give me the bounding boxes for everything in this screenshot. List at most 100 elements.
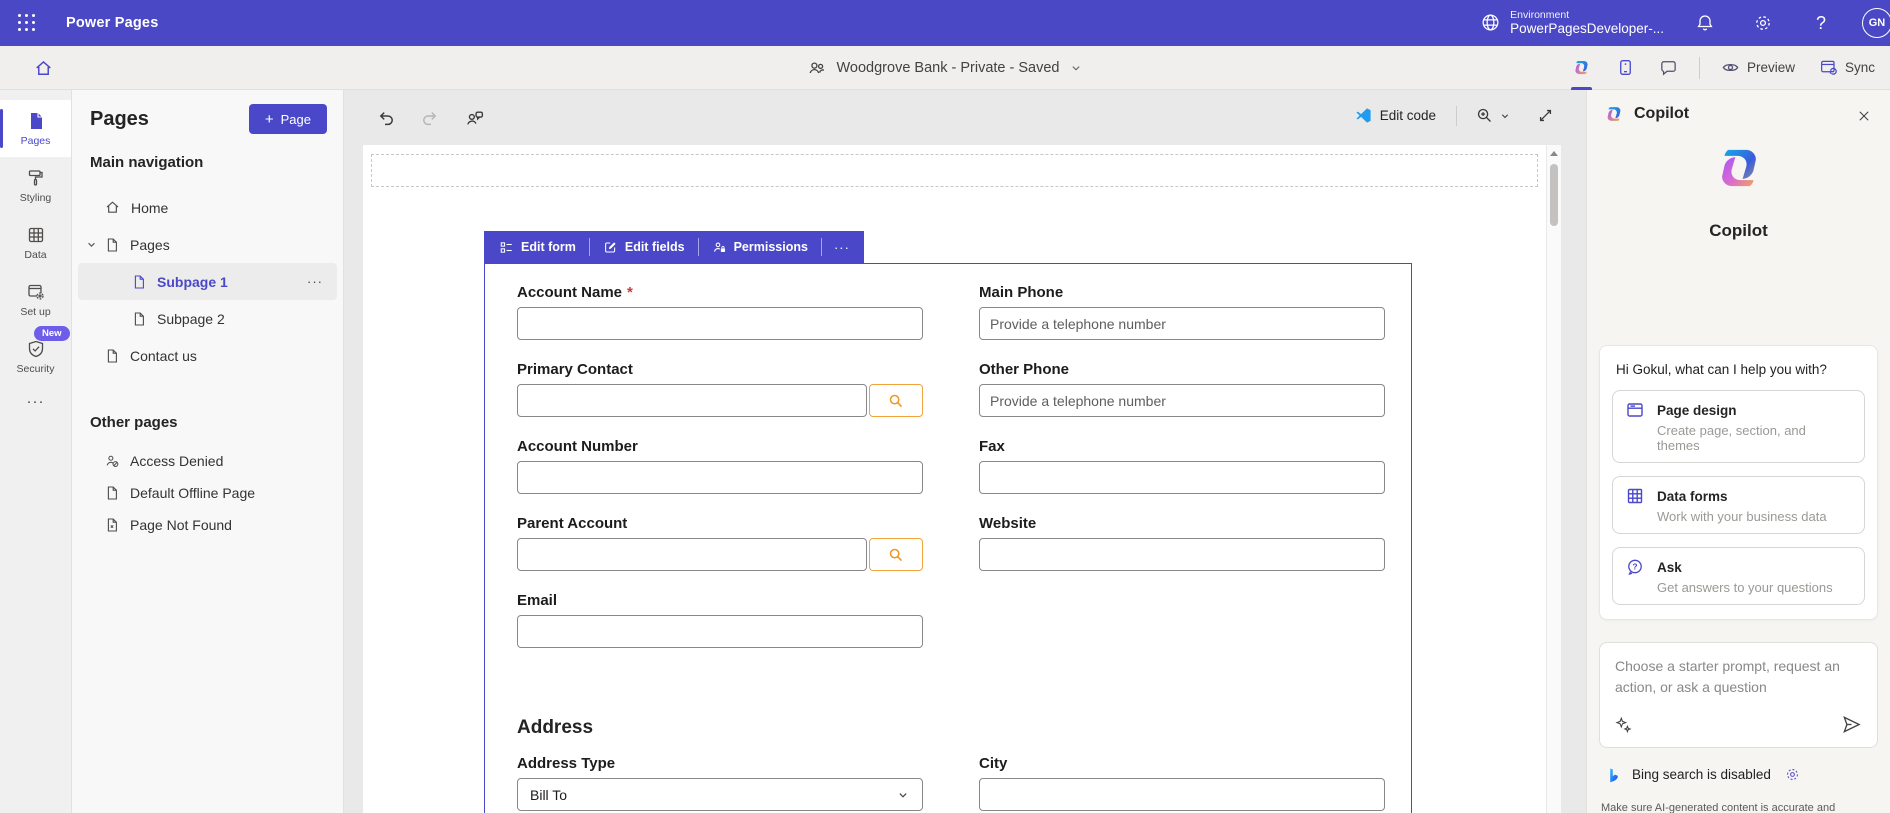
device-preview-button[interactable] xyxy=(1607,46,1644,90)
setup-gear-icon xyxy=(26,282,46,302)
tree-item-contact-us[interactable]: Contact us xyxy=(78,337,337,374)
notifications-button[interactable] xyxy=(1688,6,1722,40)
copilot-logo xyxy=(1710,139,1768,197)
rail-more-button[interactable]: ··· xyxy=(0,393,71,410)
field-label: Parent Account xyxy=(517,515,923,532)
preview-button[interactable]: Preview xyxy=(1712,46,1804,90)
fax-input[interactable] xyxy=(979,461,1385,494)
tree-item-page-not-found[interactable]: Page Not Found xyxy=(78,509,337,541)
zoom-button[interactable] xyxy=(1471,102,1515,129)
primary-contact-input[interactable] xyxy=(517,384,867,417)
chevron-down-icon[interactable] xyxy=(85,238,98,251)
main-phone-input[interactable] xyxy=(979,307,1385,340)
basic-form[interactable]: Account Name* Primary Contact xyxy=(484,263,1412,813)
rail-item-data[interactable]: Data xyxy=(0,214,71,271)
rail-item-setup[interactable]: Set up xyxy=(0,271,71,328)
other-phone-input[interactable] xyxy=(979,384,1385,417)
field-label: Main Phone xyxy=(979,284,1385,301)
top-app-bar: Power Pages Environment PowerPagesDevelo… xyxy=(0,0,1890,46)
city-input[interactable] xyxy=(979,778,1385,811)
environment-picker[interactable]: Environment PowerPagesDeveloper-... xyxy=(1480,9,1664,37)
parent-account-input[interactable] xyxy=(517,538,867,571)
chevron-down-icon xyxy=(1069,61,1083,75)
website-input[interactable] xyxy=(979,538,1385,571)
gear-icon xyxy=(1753,13,1773,33)
tree-item-pages[interactable]: Pages xyxy=(78,226,337,263)
layout-icon xyxy=(1625,400,1645,420)
canvas-toolbar: Edit code xyxy=(344,90,1586,145)
copilot-toggle-button[interactable] xyxy=(1562,46,1601,90)
fullscreen-expand-icon[interactable] xyxy=(1533,103,1558,128)
app-title: Power Pages xyxy=(66,15,158,31)
edit-form-button[interactable]: Edit form xyxy=(486,231,589,263)
settings-button[interactable] xyxy=(1746,6,1780,40)
copilot-panel-title: Copilot xyxy=(1634,105,1689,123)
rail-item-styling[interactable]: Styling xyxy=(0,157,71,214)
avatar[interactable]: GN xyxy=(1862,8,1890,38)
sync-button[interactable]: Sync xyxy=(1810,46,1884,90)
tree-item-home[interactable]: Home xyxy=(78,189,337,226)
send-icon[interactable] xyxy=(1839,712,1864,737)
comments-button[interactable] xyxy=(1650,46,1687,90)
waffle-menu-icon[interactable] xyxy=(10,6,44,40)
prompt-placeholder: Choose a starter prompt, request an acti… xyxy=(1615,656,1853,698)
close-icon[interactable] xyxy=(1850,102,1878,130)
empty-section-placeholder[interactable] xyxy=(371,154,1538,187)
tree-item-subpage1[interactable]: Subpage 1 ··· xyxy=(78,263,337,300)
page-tree: Home Pages Subpage 1 ··· xyxy=(72,189,343,374)
copilot-icon xyxy=(1571,57,1592,78)
more-actions-button[interactable]: ··· xyxy=(307,274,323,289)
comment-person-icon[interactable] xyxy=(460,104,488,132)
tree-item-access-denied[interactable]: Access Denied xyxy=(78,445,337,477)
scroll-up-arrow[interactable] xyxy=(1550,151,1558,156)
prompt-card-data-forms[interactable]: Data forms Work with your business data xyxy=(1612,476,1865,534)
field-account-name: Account Name* xyxy=(517,284,923,340)
panel-title: Pages xyxy=(90,108,149,131)
form-toolbar-more-button[interactable]: ··· xyxy=(822,240,862,255)
table-icon xyxy=(26,225,46,245)
prompt-card-page-design[interactable]: Page design Create page, section, and th… xyxy=(1612,390,1865,463)
sparkle-prompts-icon[interactable] xyxy=(1613,714,1635,736)
account-number-input[interactable] xyxy=(517,461,923,494)
add-page-button[interactable]: + Page xyxy=(249,104,327,134)
address-type-select[interactable]: Bill To xyxy=(517,778,923,811)
email-input[interactable] xyxy=(517,615,923,648)
edit-fields-button[interactable]: Edit fields xyxy=(590,231,698,263)
redo-button[interactable] xyxy=(416,104,444,132)
prompt-card-ask[interactable]: ? Ask Get answers to your questions xyxy=(1612,547,1865,605)
search-icon xyxy=(887,546,905,564)
canvas-scrollbar[interactable] xyxy=(1547,145,1561,813)
field-fax: Fax xyxy=(979,438,1385,494)
tree-item-default-offline[interactable]: Default Offline Page xyxy=(78,477,337,509)
vscode-icon xyxy=(1355,107,1372,124)
web-page-canvas[interactable]: Edit form Edit fields Permissions xyxy=(363,145,1546,813)
help-button[interactable]: ? xyxy=(1804,6,1838,40)
page-icon xyxy=(104,237,120,253)
field-label: Account Number xyxy=(517,438,923,455)
tree-item-subpage2[interactable]: Subpage 2 xyxy=(78,300,337,337)
lookup-search-button[interactable] xyxy=(869,538,923,571)
undo-button[interactable] xyxy=(372,104,400,132)
scrollbar-thumb[interactable] xyxy=(1550,164,1558,226)
copilot-hero-title: Copilot xyxy=(1587,221,1890,241)
ai-disclaimer: Make sure AI-generated content is accura… xyxy=(1601,801,1882,813)
field-other-phone: Other Phone xyxy=(979,361,1385,417)
rail-item-security[interactable]: New Security xyxy=(0,328,71,385)
copilot-prompt-input[interactable]: Choose a starter prompt, request an acti… xyxy=(1599,642,1878,748)
plus-icon: + xyxy=(265,111,274,128)
home-button[interactable] xyxy=(26,52,60,84)
field-city: City xyxy=(979,755,1385,811)
permissions-button[interactable]: Permissions xyxy=(699,231,821,263)
page-icon xyxy=(104,485,120,501)
account-name-input[interactable] xyxy=(517,307,923,340)
shield-check-icon xyxy=(26,339,46,359)
edit-code-button[interactable]: Edit code xyxy=(1349,103,1442,128)
search-icon xyxy=(887,392,905,410)
site-switcher[interactable]: Woodgrove Bank - Private - Saved xyxy=(807,58,1084,78)
bing-settings-gear-icon[interactable] xyxy=(1784,766,1801,783)
lookup-search-button[interactable] xyxy=(869,384,923,417)
page-error-icon xyxy=(104,517,120,533)
rail-item-pages[interactable]: Pages xyxy=(0,100,71,157)
field-website: Website xyxy=(979,515,1385,571)
environment-name: PowerPagesDeveloper-... xyxy=(1510,21,1664,37)
